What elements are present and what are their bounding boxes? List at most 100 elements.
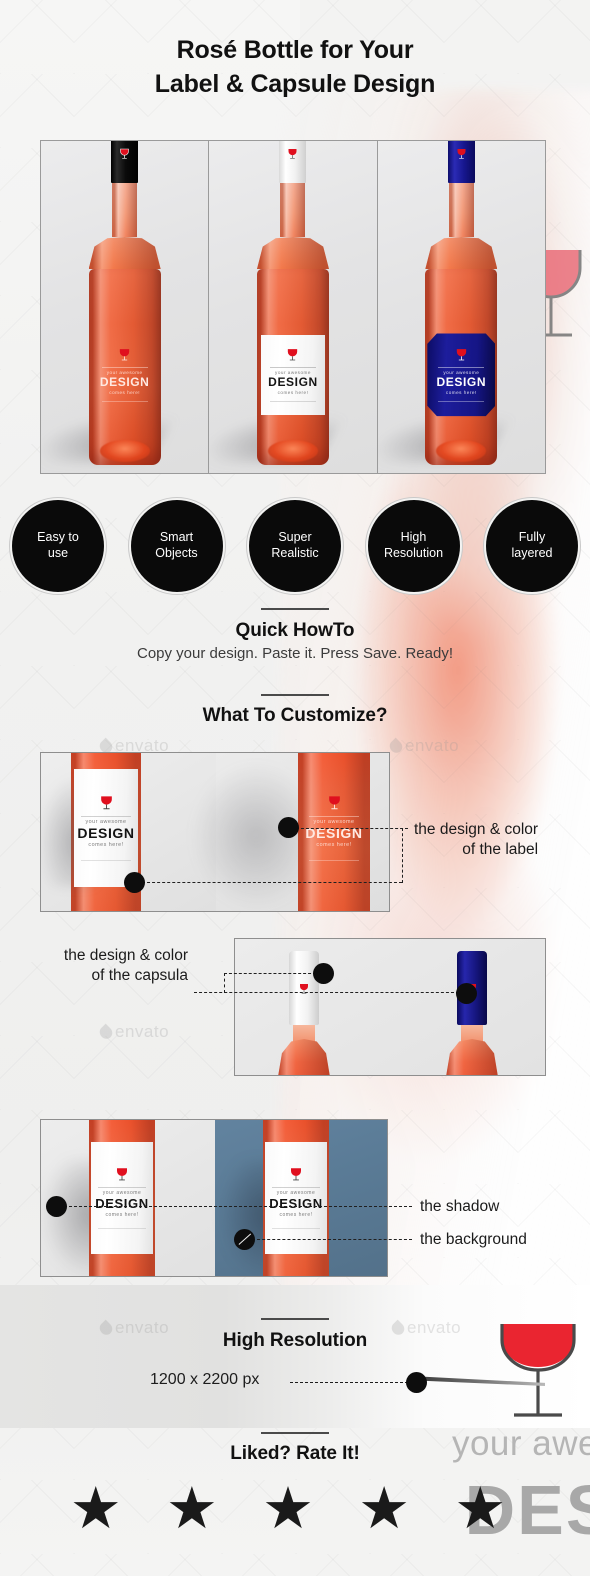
badge-smart-objects[interactable]: Smart Objects [130, 500, 223, 592]
bottle-label-white: your awesome DESIGN comes here! [265, 1142, 327, 1254]
callout-dot-capsula-white[interactable] [313, 963, 334, 984]
bottle-label-white: your awesome DESIGN comes here! [91, 1142, 153, 1254]
label-main-text: DESIGN [269, 1196, 323, 1212]
title-line-2: Label & Capsule Design [154, 69, 436, 98]
label-bottom-text: comes here! [279, 1211, 313, 1218]
label-bottom-text: comes here! [277, 389, 309, 395]
hero-panel-blue-capsule[interactable]: your awesome DESIGN comes here! [376, 141, 545, 473]
label-main-text: DESIGN [268, 375, 318, 390]
callout-leader-line [296, 828, 408, 829]
badge-line-1: Easy to [37, 530, 79, 545]
preview-page: envato envato envato envato envato envat… [0, 0, 590, 1576]
wine-glass-icon [327, 795, 342, 813]
wine-glass-icon [287, 148, 298, 163]
customize-heading: What To Customize? [202, 705, 388, 726]
badge-line-2: Resolution [383, 546, 444, 560]
callout-leader-line [194, 992, 459, 993]
custom-background-blue: your awesome DESIGN comes here! [215, 1120, 387, 1276]
capsule-white [279, 141, 307, 183]
capsule-blue [447, 141, 475, 183]
callout-dot-shadow[interactable] [46, 1196, 67, 1217]
page-title: Rosé Bottle for Your Label & Capsule Des… [0, 34, 590, 101]
rate-section: Liked? Rate It! [0, 1432, 590, 1465]
hero-panel-white-capsule[interactable]: your awesome DESIGN comes here! [208, 141, 377, 473]
callout-dot-label-upper[interactable] [278, 817, 299, 838]
capsule-white [289, 951, 319, 1025]
howto-heading: Quick HowTo [235, 620, 355, 641]
label-bottom-text: comes here! [105, 1211, 139, 1218]
bottle-label-white: your awesome DESIGN comes here! [74, 769, 138, 887]
label-top-text: your awesome [106, 370, 143, 376]
label-main-text: DESIGN [99, 375, 150, 390]
callout-capsula-text: the design & color of the capsula [63, 947, 188, 985]
badge-line-1: High [400, 530, 427, 545]
frame-capsula-customize[interactable] [234, 938, 546, 1076]
callout-background-text: the background [420, 1231, 527, 1248]
label-top-text: your awesome [275, 370, 311, 376]
howto-section: Quick HowTo Copy your design. Paste it. … [0, 608, 590, 662]
section-divider [261, 1432, 329, 1434]
section-divider [261, 1318, 329, 1320]
callout-leader-line [224, 973, 225, 993]
wine-glass-icon [286, 348, 299, 364]
label-bottom-text: comes here! [316, 841, 352, 848]
frame-shadow-background-customize[interactable]: your awesome DESIGN comes here! your awe… [40, 1119, 388, 1277]
title-line-1: Rosé Bottle for Your [176, 36, 414, 64]
callout-dot-capsula-blue[interactable] [456, 983, 477, 1004]
badge-high-resolution[interactable]: High Resolution [367, 500, 460, 592]
callout-leader-line [402, 828, 403, 883]
callout-leader-line [142, 882, 402, 883]
badge-line-2: use [47, 546, 69, 560]
label-main-text: DESIGN [77, 825, 135, 842]
resolution-section: High Resolution [0, 1318, 590, 1352]
label-bottom-text: comes here! [445, 389, 477, 395]
callout-leader-line [224, 973, 316, 974]
label-bottom-text: comes here! [88, 841, 124, 848]
badge-super-realistic[interactable]: Super Realistic [249, 500, 341, 592]
hero-panel-black-capsule[interactable]: your awesome DESIGN comes here! [41, 141, 209, 473]
wine-glass-icon [289, 1167, 303, 1184]
label-main-text: DESIGN [95, 1196, 149, 1212]
badge-line-2: Realistic [271, 546, 319, 560]
bottle-label-transparent: your awesome DESIGN comes here! [93, 335, 157, 415]
label-top-text: your awesome [276, 1190, 316, 1197]
label-top-text: your awesome [313, 819, 355, 826]
wine-glass-icon [118, 348, 131, 364]
frame-label-customize[interactable]: your awesome DESIGN comes here! your awe… [40, 752, 390, 912]
hero-bottle-gallery: your awesome DESIGN comes here! your awe… [40, 140, 546, 474]
section-divider [261, 608, 329, 610]
customize-section: What To Customize? [0, 694, 590, 727]
badge-line-1: Fully [518, 530, 546, 545]
callout-leader-line [64, 1206, 412, 1207]
rate-heading: Liked? Rate It! [230, 1443, 360, 1464]
badge-line-2: Objects [155, 546, 198, 560]
label-bottom-text: comes here! [109, 389, 141, 395]
section-divider [261, 694, 329, 696]
rating-stars[interactable]: ★ ★ ★ ★ ★ [0, 1480, 590, 1538]
feature-badges: Easy to use Smart Objects Super Realistic H… [12, 500, 578, 592]
callout-dot-background[interactable] [234, 1229, 255, 1250]
wine-glass-icon [99, 795, 114, 813]
badge-fully-layered[interactable]: Fully layered [486, 500, 578, 592]
wine-glass-icon [456, 148, 467, 163]
resolution-value: 1200 x 2200 px [150, 1371, 260, 1388]
label-top-text: your awesome [102, 1190, 142, 1197]
label-top-text: your awesome [443, 370, 480, 376]
wine-glass-icon [115, 1167, 129, 1184]
resolution-dot[interactable] [406, 1372, 427, 1393]
bottle-label-blue: your awesome DESIGN comes here! [427, 333, 496, 417]
label-top-text: your awesome [85, 819, 127, 826]
resolution-heading: High Resolution [222, 1330, 368, 1351]
resolution-leader-line [290, 1382, 408, 1383]
callout-shadow-text: the shadow [420, 1198, 500, 1215]
callout-dot-label-lower[interactable] [124, 872, 145, 893]
wine-glass-icon [119, 148, 130, 163]
badge-line-1: Super [278, 530, 312, 545]
callout-label-text: the design & color of the label [414, 821, 539, 859]
badge-easy-to-use[interactable]: Easy to use [12, 500, 104, 592]
wine-glass-icon [455, 348, 468, 364]
bottle-label-white: your awesome DESIGN comes here! [260, 334, 325, 415]
badge-line-1: Smart [159, 530, 194, 545]
capsule-black [111, 141, 139, 183]
howto-subtitle: Copy your design. Paste it. Press Save. … [137, 645, 453, 662]
